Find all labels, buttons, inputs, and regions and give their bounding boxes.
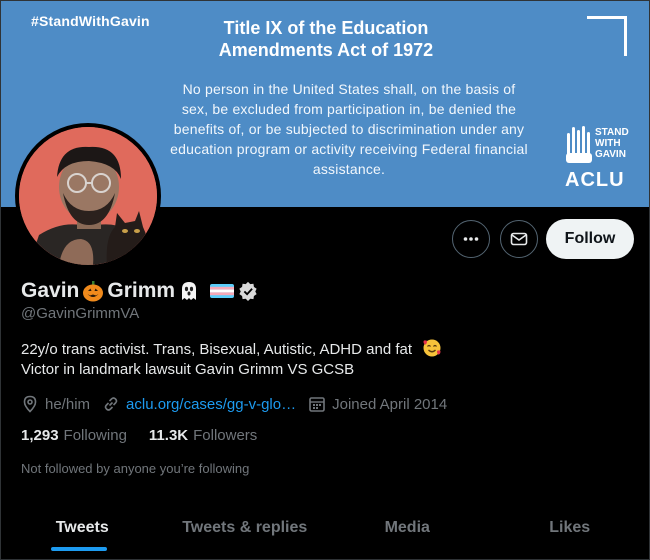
banner-title: Title IX of the Education Amendments Act…: [218, 18, 434, 60]
more-button[interactable]: [452, 220, 490, 258]
more-icon: [463, 237, 479, 241]
ghost-icon: [182, 282, 197, 300]
envelope-icon: [510, 232, 528, 246]
jack-o-lantern-icon: [83, 281, 104, 302]
location-pin-icon: [23, 395, 37, 413]
tab-tweets[interactable]: Tweets: [1, 506, 164, 559]
profile-meta: he/him aclu.org/cases/gg-v-glo… Joined A…: [21, 393, 459, 415]
followers-label: Followers: [193, 427, 258, 444]
calendar-icon: [309, 397, 325, 412]
profile-bio: 22y/o trans activist. Trans, Bisexual, A…: [21, 338, 621, 380]
avatar-photo-illustration: [19, 127, 157, 265]
profile-link-item[interactable]: aclu.org/cases/gg-v-glo…: [102, 395, 296, 413]
tab-media-label: Media: [384, 519, 430, 536]
link-icon: [104, 397, 118, 411]
following-label: Following: [63, 427, 127, 444]
profile-tabs: Tweets Tweets & replies Media Likes: [1, 506, 650, 559]
raised-hands-icon: [566, 126, 592, 163]
not-followed-notice: Not followed by anyone you’re following: [21, 461, 250, 476]
aclu-wordmark: ACLU: [565, 169, 625, 191]
avatar[interactable]: [15, 123, 161, 269]
display-name-last: Grimm: [107, 279, 176, 302]
display-name: Gavin Grimm: [21, 277, 258, 305]
joined-text: Joined April 2014: [332, 395, 448, 413]
follow-counts: 1,293 Following 11.3K Followers: [21, 427, 279, 444]
display-name-first: Gavin: [21, 279, 80, 302]
banner-hashtag: #StandWithGavin: [31, 13, 150, 29]
active-tab-indicator: [51, 547, 107, 551]
tab-tweets-and-replies-label: Tweets & replies: [182, 519, 308, 536]
message-button[interactable]: [500, 220, 538, 258]
corner-bracket-graphic: [587, 16, 627, 56]
tab-tweets-and-replies[interactable]: Tweets & replies: [164, 506, 327, 559]
transgender-flag-icon: [210, 284, 235, 298]
follow-button[interactable]: Follow: [546, 219, 634, 259]
bio-line-1-text: 22y/o trans activist. Trans, Bisexual, A…: [21, 341, 413, 358]
pronouns-text: he/him: [45, 395, 91, 413]
bio-line-1: 22y/o trans activist. Trans, Bisexual, A…: [21, 338, 621, 359]
aclu-logo: STAND WITH GAVIN ACLU: [563, 121, 633, 193]
profile-link[interactable]: aclu.org/cases/gg-v-glo…: [126, 396, 296, 413]
pronouns-item: he/him: [21, 395, 90, 413]
aclu-logo-text: STAND WITH GAVIN: [595, 127, 629, 160]
following-count: 1,293: [21, 427, 59, 444]
avatar-photo: [19, 127, 157, 265]
following-link[interactable]: 1,293 Following: [21, 427, 127, 444]
smiling-face-with-hearts-icon: [423, 339, 441, 357]
profile-handle: @GavinGrimmVA: [21, 305, 140, 322]
followers-count: 11.3K: [148, 427, 189, 444]
verified-badge-icon[interactable]: [238, 281, 258, 301]
profile-page: #StandWithGavin Title IX of the Educatio…: [0, 0, 650, 560]
tab-media[interactable]: Media: [326, 506, 489, 559]
bio-line-2: Victor in landmark lawsuit Gavin Grimm V…: [21, 361, 355, 378]
joined-item: Joined April 2014: [308, 395, 447, 413]
tab-tweets-label: Tweets: [55, 519, 109, 536]
banner-body: No person in the United States shall, on…: [170, 81, 528, 177]
tab-likes[interactable]: Likes: [489, 506, 650, 559]
tab-likes-label: Likes: [549, 519, 591, 536]
followers-link[interactable]: 11.3K Followers: [149, 427, 257, 444]
